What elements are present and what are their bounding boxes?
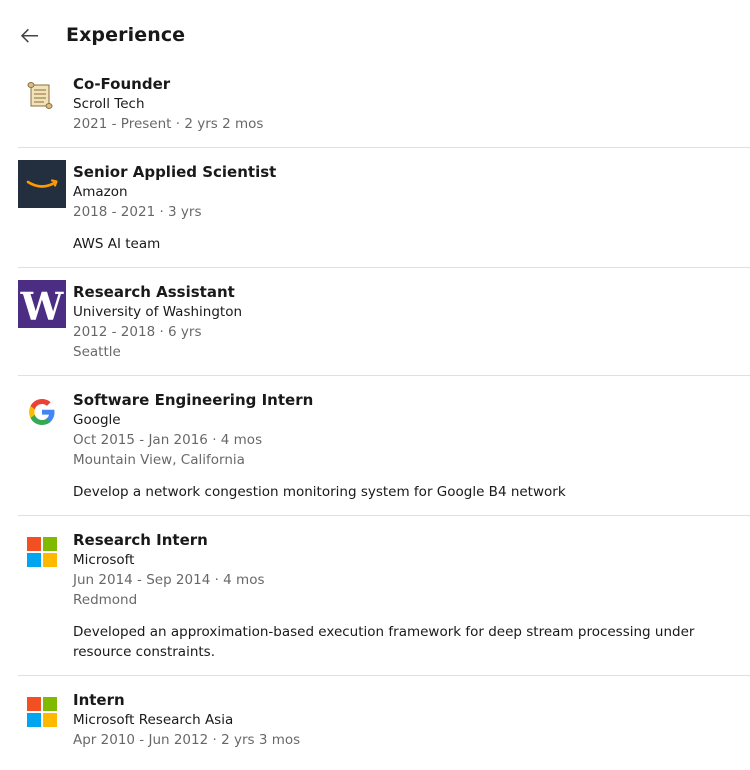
date-range: Apr 2010 - Jun 2012 · 2 yrs 3 mos bbox=[73, 732, 301, 748]
role-title: Co-Founder bbox=[73, 75, 171, 93]
experience-item: Senior Applied Scientist Amazon 2018 - 2… bbox=[18, 160, 750, 268]
experience-item: W Research Assistant University of Washi… bbox=[18, 280, 750, 376]
location: Mountain View, California bbox=[73, 452, 245, 468]
company-name: Scroll Tech bbox=[73, 96, 145, 112]
uw-logo: W bbox=[18, 280, 66, 329]
description: Develop a network congestion monitoring … bbox=[73, 484, 566, 500]
company-name: University of Washington bbox=[73, 304, 243, 320]
company-name: Microsoft Research Asia bbox=[73, 712, 234, 728]
description: AWS AI team bbox=[73, 236, 161, 252]
back-arrow-icon[interactable] bbox=[18, 24, 42, 48]
date-range: 2021 - Present · 2 yrs 2 mos bbox=[73, 116, 264, 132]
role-title: Senior Applied Scientist bbox=[73, 163, 277, 181]
experience-list: Co-Founder Scroll Tech 2021 - Present · … bbox=[0, 72, 750, 768]
page-header: Experience bbox=[0, 0, 750, 72]
google-logo bbox=[18, 388, 66, 436]
company-name: Google bbox=[73, 412, 121, 428]
experience-item: Co-Founder Scroll Tech 2021 - Present · … bbox=[18, 72, 750, 148]
role-title: Software Engineering Intern bbox=[73, 391, 314, 409]
role-title: Research Assistant bbox=[73, 283, 235, 301]
google-logo-icon bbox=[29, 399, 55, 425]
scroll-tech-logo bbox=[18, 72, 66, 120]
location: Seattle bbox=[73, 344, 121, 360]
uw-logo-icon: W bbox=[18, 280, 66, 329]
scroll-icon bbox=[27, 82, 53, 109]
company-name: Microsoft bbox=[73, 552, 135, 568]
date-range: 2012 - 2018 · 6 yrs bbox=[73, 324, 202, 340]
svg-text:W: W bbox=[20, 284, 65, 328]
microsoft-logo bbox=[18, 688, 66, 736]
date-range: Jun 2014 - Sep 2014 · 4 mos bbox=[73, 572, 265, 588]
page-title: Experience bbox=[66, 24, 186, 46]
microsoft-logo-icon bbox=[27, 697, 57, 727]
location: Redmond bbox=[73, 592, 138, 608]
date-range: 2018 - 2021 · 3 yrs bbox=[73, 204, 202, 220]
experience-item: Software Engineering Intern Google Oct 2… bbox=[18, 388, 750, 516]
microsoft-logo bbox=[18, 528, 66, 576]
experience-item: Research Intern Microsoft Jun 2014 - Sep… bbox=[18, 528, 750, 676]
amazon-logo bbox=[18, 160, 66, 208]
company-name: Amazon bbox=[73, 184, 128, 200]
amazon-logo-icon bbox=[18, 160, 66, 208]
description: Developed an approximation-based executi… bbox=[73, 624, 695, 660]
date-range: Oct 2015 - Jan 2016 · 4 mos bbox=[73, 432, 263, 448]
role-title: Intern bbox=[73, 691, 125, 709]
experience-item: Intern Microsoft Research Asia Apr 2010 … bbox=[18, 688, 750, 768]
microsoft-logo-icon bbox=[27, 537, 57, 567]
role-title: Research Intern bbox=[73, 531, 208, 549]
